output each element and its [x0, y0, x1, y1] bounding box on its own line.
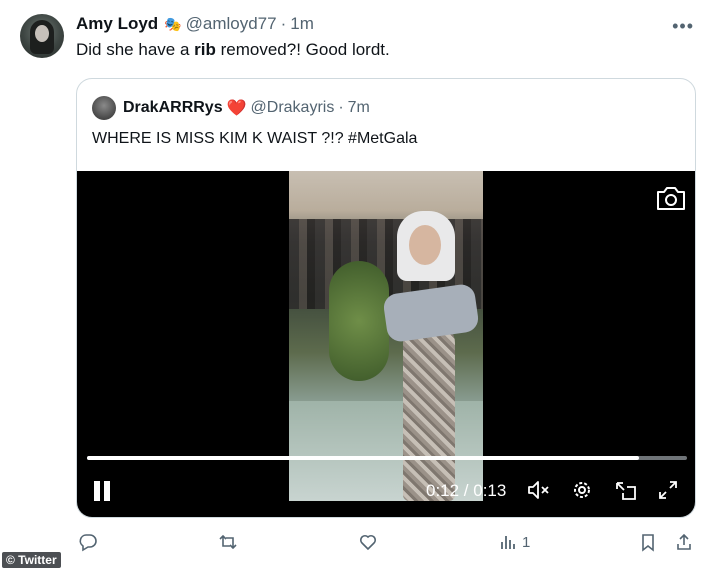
avatar-face	[35, 25, 49, 42]
video-progress-fill	[87, 456, 639, 460]
quoted-author-name[interactable]: DrakARRRys	[123, 99, 223, 117]
tweet-text-part: Did she have a	[76, 40, 195, 59]
theater-masks-icon: 🎭	[164, 15, 182, 32]
quoted-tweet-time[interactable]: 7m	[348, 99, 370, 117]
views-count: 1	[522, 533, 531, 551]
tweet-text-part: removed?! Good lordt.	[215, 40, 390, 59]
quoted-author-avatar[interactable]	[92, 96, 116, 120]
views-button[interactable]: 1	[498, 532, 530, 552]
video-progress-bar[interactable]	[87, 456, 687, 460]
mute-icon[interactable]	[527, 479, 551, 501]
quoted-author-handle[interactable]: @Drakayris	[251, 99, 335, 117]
tweet-action-bar: 1	[76, 532, 696, 558]
share-button[interactable]	[674, 532, 694, 552]
author-handle[interactable]: @amloyd77	[186, 14, 277, 34]
author-avatar[interactable]	[20, 14, 64, 58]
heart-icon	[359, 534, 377, 551]
bookmark-button[interactable]	[638, 532, 658, 552]
more-options-icon[interactable]: •••	[672, 16, 694, 37]
video-hedge	[329, 261, 389, 381]
tweet-text: Did she have a rib removed?! Good lordt.	[76, 40, 390, 60]
separator-dot: ·	[280, 14, 287, 33]
reply-icon	[79, 534, 97, 552]
expand-icon[interactable]	[657, 479, 679, 501]
pause-icon[interactable]	[93, 481, 111, 501]
tweet-time[interactable]: 1m	[290, 14, 314, 34]
quoted-tweet-card[interactable]: DrakARRRys ❤️ @Drakayris · 7m WHERE IS M…	[76, 78, 696, 518]
retweet-icon	[219, 534, 237, 550]
quoted-tweet-header: DrakARRRys ❤️ @Drakayris · 7m	[123, 98, 370, 118]
tweet-header: Amy Loyd 🎭 @amloyd77 · 1m	[76, 14, 314, 34]
camera-icon[interactable]	[655, 185, 687, 211]
like-button[interactable]	[358, 532, 378, 552]
author-name[interactable]: Amy Loyd	[76, 14, 158, 34]
reply-button[interactable]	[78, 532, 98, 552]
bookmark-icon	[642, 534, 654, 552]
video-subject-face	[409, 225, 441, 265]
retweet-button[interactable]	[218, 532, 238, 552]
separator-dot: ·	[338, 99, 344, 116]
share-icon	[677, 533, 691, 550]
views-icon	[501, 536, 515, 549]
twitter-watermark: © Twitter	[2, 552, 61, 568]
gear-icon[interactable]	[571, 479, 593, 501]
pip-icon[interactable]	[614, 479, 638, 501]
tweet-text-bold: rib	[194, 40, 216, 59]
red-heart-emoji: ❤️	[226, 100, 247, 117]
video-time-readout: 0:12 / 0:13	[426, 481, 507, 500]
video-subject-dress	[403, 321, 455, 501]
video-player[interactable]: 0:12 / 0:13	[77, 171, 695, 517]
video-frame	[289, 171, 483, 501]
quoted-tweet-text: WHERE IS MISS KIM K WAIST ?!? #MetGala	[92, 130, 418, 147]
